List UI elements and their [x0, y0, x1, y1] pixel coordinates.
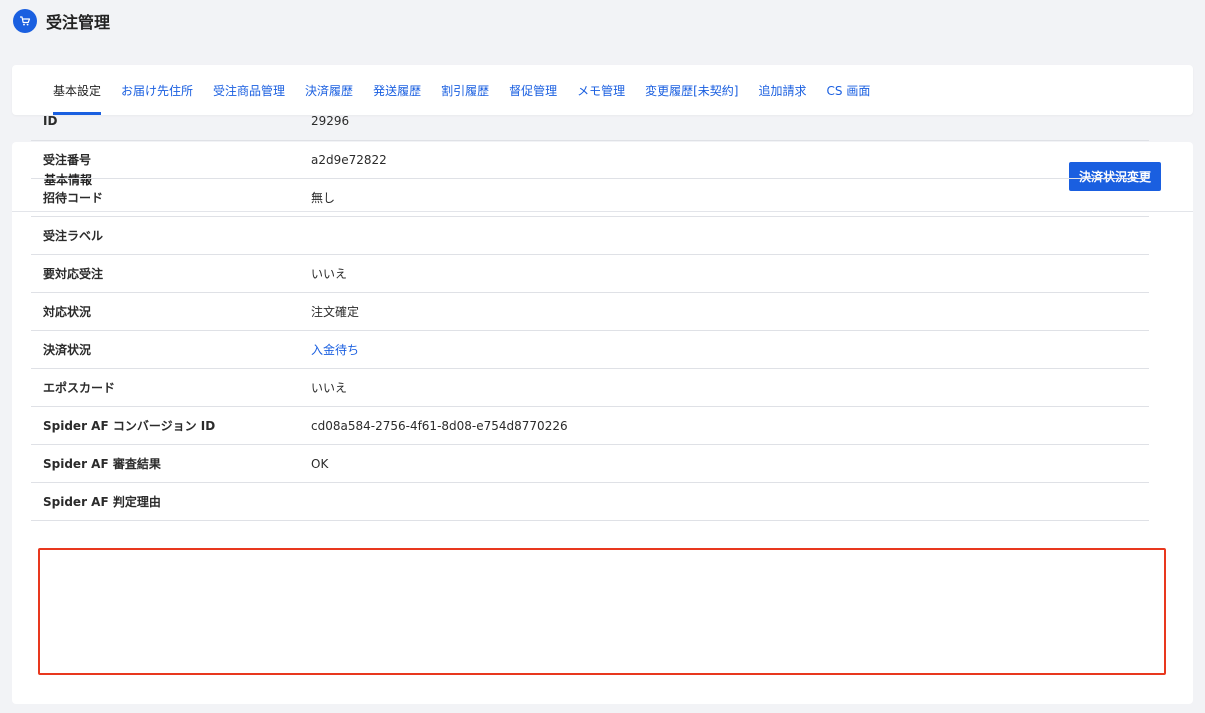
info-label: 招待コード	[43, 191, 104, 205]
info-label: Spider AF 判定理由	[43, 495, 161, 509]
info-value: 29296	[311, 114, 350, 128]
info-row: Spider AF 判定理由	[31, 483, 1149, 521]
info-row: Spider AF コンバージョン ID cd08a584-2756-4f61-8…	[31, 407, 1149, 445]
info-value: cd08a584-2756-4f61-8d08-e754d8770226	[311, 418, 568, 433]
info-value: a2d9e72822	[311, 152, 387, 167]
info-row: 受注ラベル	[31, 217, 1149, 255]
info-label: Spider AF 審査結果	[43, 457, 161, 471]
info-row: 決済状況 入金待ち	[31, 331, 1149, 369]
info-row: ID 29296	[31, 102, 1149, 141]
info-label: Spider AF コンバージョン ID	[43, 419, 216, 433]
info-label: 受注番号	[43, 153, 92, 167]
info-label: エポスカード	[43, 381, 116, 395]
info-label: 対応状況	[43, 305, 92, 319]
info-row: エポスカード いいえ	[31, 369, 1149, 407]
info-value: OK	[311, 456, 329, 471]
info-value: いいえ	[311, 267, 348, 281]
page-header: 受注管理	[13, 8, 110, 34]
info-row: 対応状況 注文確定	[31, 293, 1149, 331]
info-label: 受注ラベル	[43, 229, 104, 243]
info-row: 受注番号 a2d9e72822	[31, 141, 1149, 179]
payment-status-link[interactable]: 入金待ち	[311, 341, 359, 358]
info-value: 注文確定	[311, 305, 360, 319]
page-title: 受注管理	[46, 13, 111, 32]
info-value: 無し	[311, 191, 336, 205]
info-row: Spider AF 審査結果 OK	[31, 445, 1149, 483]
info-table: ID 29296 受注番号 a2d9e72822 招待コード 無し 受注ラベル 要対応受注 いい…	[31, 102, 1149, 521]
order-cart-icon	[13, 9, 37, 33]
info-value: いいえ	[311, 381, 348, 395]
info-row: 要対応受注 いいえ	[31, 255, 1149, 293]
info-label: 要対応受注	[43, 267, 104, 281]
info-label: 決済状況	[43, 343, 92, 357]
info-row: 招待コード 無し	[31, 179, 1149, 217]
info-label: ID	[43, 114, 58, 128]
